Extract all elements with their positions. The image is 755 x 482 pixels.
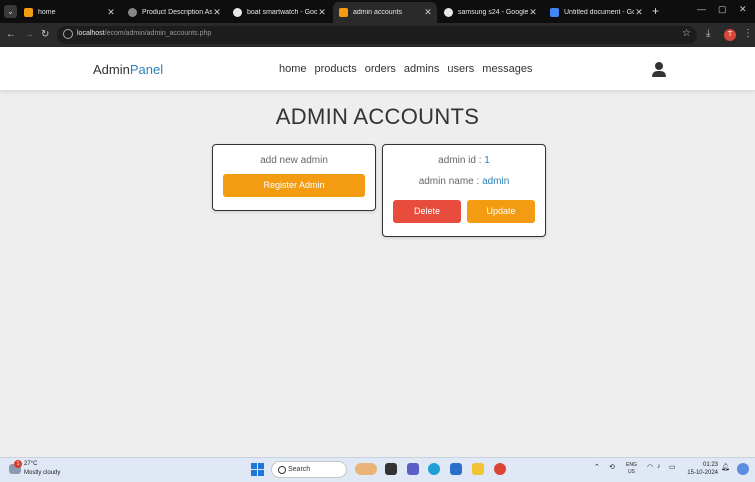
google-icon [444,8,453,17]
tab-close-icon[interactable]: ✕ [317,7,327,18]
admin-header: AdminPanel home products orders admins u… [0,47,755,90]
widgets-icon[interactable] [355,463,377,475]
lang-line1: ENG [626,462,637,468]
tab-favicon-icon [24,8,33,17]
admin-account-card: admin id : 1 admin name : admin Delete U… [382,144,546,237]
windows-taskbar: 1 27°C Mostly cloudy Search ⌃ ⟲ ENG US ◠ … [0,457,755,482]
admin-name-label: admin name : [418,176,483,187]
add-admin-text: add new admin [260,155,328,166]
task-view-icon[interactable] [385,463,397,475]
wifi-icon[interactable]: ◠ [647,463,653,471]
tab-close-icon[interactable]: ✕ [106,7,116,18]
tab-boat-smartwatch[interactable]: boat smartwatch - Google ✕ [227,3,331,22]
delete-button[interactable]: Delete [393,200,461,223]
taskbar-clock[interactable]: 01:23 15-10-2024 [686,461,718,477]
tab-samsung-s24[interactable]: samsung s24 - Google Sea ✕ [438,3,542,22]
windows-start-icon[interactable] [251,463,264,476]
site-info-icon[interactable] [63,29,73,39]
nav-users[interactable]: users [447,63,474,75]
lang-line2: US [627,469,635,475]
show-hidden-icons-icon[interactable]: ⌃ [594,463,600,471]
back-icon[interactable]: ← [6,28,16,42]
tab-product-description[interactable]: Product Description Assist ✕ [122,3,226,22]
temperature: 27°C [24,461,38,467]
bookmark-star-icon[interactable]: ☆ [682,28,691,39]
logo-accent: Panel [129,62,164,77]
search-icon [278,466,286,474]
sync-icon[interactable]: ⟲ [609,463,615,471]
tab-search-menu-icon[interactable]: ⌄ [4,5,17,18]
store-icon[interactable] [450,463,462,475]
profile-avatar[interactable]: T [724,29,736,41]
admin-id-row: admin id : 1 [383,155,545,166]
teams-icon[interactable] [407,463,419,475]
reload-icon[interactable]: ↻ [41,28,49,42]
new-tab-button[interactable]: + [652,4,659,18]
url-host: localhost [77,30,105,37]
admin-name-value: admin [482,176,510,187]
volume-icon[interactable]: ♪ [657,463,661,470]
google-icon [233,8,242,17]
window-close-icon[interactable]: ✕ [739,4,747,15]
download-icon[interactable]: ⤓ [706,28,710,39]
nav-orders[interactable]: orders [365,63,396,75]
add-admin-card: add new admin Register Admin [212,144,376,211]
file-explorer-icon[interactable] [472,463,484,475]
tab-favicon-icon [128,8,137,17]
admin-id-label: admin id : [438,155,485,166]
nav-products[interactable]: products [315,63,357,75]
admin-id-value: 1 [484,155,490,166]
address-bar[interactable]: localhost/ecom/admin/admin_accounts.php … [57,26,697,44]
notification-bell-icon[interactable]: 🔔︎ [721,463,730,471]
taskbar-search[interactable]: Search [271,461,347,478]
chrome-icon[interactable] [494,463,506,475]
tab-admin-accounts[interactable]: admin accounts ✕ [333,2,437,23]
docs-icon [550,8,559,17]
clock-date: 15-10-2024 [687,470,718,476]
nav-messages[interactable]: messages [482,63,532,75]
copilot-icon[interactable] [737,463,749,475]
update-button[interactable]: Update [467,200,535,223]
tab-title: admin accounts [353,9,403,16]
forward-icon[interactable]: → [24,28,34,42]
search-label: Search [288,466,311,473]
tab-untitled-document[interactable]: Untitled document - Goog ✕ [544,3,648,22]
user-icon[interactable] [652,62,666,77]
tab-title: samsung s24 - Google Sea [458,9,528,16]
browser-tab-strip: ⌄ home ✕ Product Description Assist ✕ bo… [0,0,755,23]
tab-close-icon[interactable]: ✕ [528,7,538,18]
clock-time: 01:23 [702,462,718,468]
url-path: /ecom/admin/admin_accounts.php [104,30,212,37]
tab-close-icon[interactable]: ✕ [423,7,433,18]
restore-icon[interactable]: ▢ [718,4,727,15]
tab-favicon-icon [339,8,348,17]
browser-toolbar: ← → ↻ localhost/ecom/admin/admin_account… [0,23,755,47]
tab-title: boat smartwatch - Google [247,9,317,16]
language-indicator[interactable]: ENG US [626,462,637,476]
tab-title: Product Description Assist [142,9,212,16]
user-icon-head [655,62,663,70]
weather-condition: Mostly cloudy [24,470,61,476]
tab-title: home [38,9,56,16]
nav-admins[interactable]: admins [404,63,439,75]
nav-home[interactable]: home [279,63,307,75]
tab-close-icon[interactable]: ✕ [634,7,644,18]
tab-title: Untitled document - Goog [564,9,634,16]
url-text: localhost/ecom/admin/admin_accounts.php [77,30,211,37]
logo-main: Admin [93,62,130,77]
weather-badge: 1 [14,460,22,468]
user-icon-body [652,71,666,77]
admin-panel-logo[interactable]: AdminPanel [93,62,163,77]
tab-close-icon[interactable]: ✕ [212,7,222,18]
tab-home[interactable]: home ✕ [18,3,120,22]
admin-name-row: admin name : admin [383,176,545,187]
main-nav: home products orders admins users messag… [279,63,532,75]
battery-icon[interactable]: ▭ [669,463,676,471]
browser-menu-icon[interactable]: ⋮ [743,28,753,39]
page-title: ADMIN ACCOUNTS [275,104,480,129]
register-admin-button[interactable]: Register Admin [223,174,365,197]
edge-icon[interactable] [428,463,440,475]
minimize-icon[interactable]: — [697,4,706,14]
